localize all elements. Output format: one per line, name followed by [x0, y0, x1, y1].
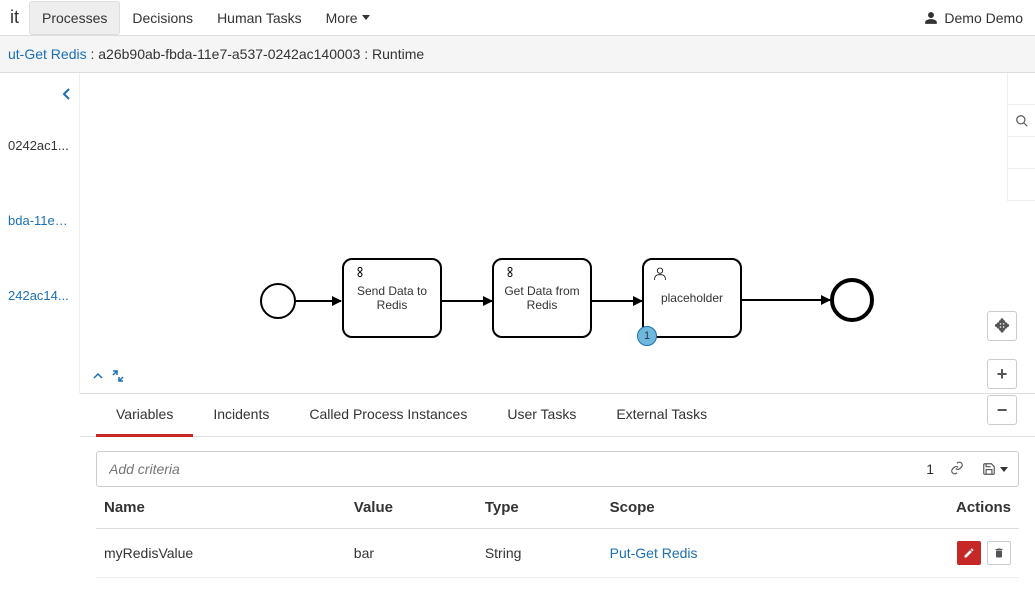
right-tool-4[interactable] — [1008, 169, 1035, 201]
breadcrumb-suffix: Runtime — [372, 46, 424, 62]
cell-type: String — [477, 529, 602, 578]
bpmn-start-event[interactable] — [260, 283, 296, 319]
col-type[interactable]: Type — [477, 487, 602, 529]
save-icon — [982, 462, 996, 476]
nav-human-tasks[interactable]: Human Tasks — [205, 2, 314, 34]
panel-resize-controls — [92, 369, 124, 385]
breadcrumb-process-link[interactable]: ut-Get Redis — [8, 46, 87, 62]
details-panel: Variables Incidents Called Process Insta… — [80, 393, 1035, 578]
sequence-flow-4 — [742, 299, 830, 301]
collapse-panel-icon[interactable] — [92, 369, 104, 385]
bpmn-end-event[interactable] — [830, 278, 874, 322]
col-value[interactable]: Value — [346, 487, 477, 529]
zoom-in-button[interactable]: + — [987, 359, 1017, 389]
user-menu[interactable]: Demo Demo — [912, 10, 1035, 26]
right-tool-1[interactable] — [1008, 73, 1035, 105]
nav-more[interactable]: More — [314, 2, 382, 34]
edit-variable-button[interactable] — [957, 541, 981, 565]
zoom-reset-button[interactable]: ✥ — [987, 311, 1017, 341]
zoom-out-button[interactable]: − — [987, 395, 1017, 425]
breadcrumb-instance-id: a26b90ab-fbda-11e7-a537-0242ac140003 — [98, 46, 360, 62]
diagram-canvas[interactable]: Send Data to Redis Get Data from Redis p… — [80, 73, 1035, 393]
chevron-left-icon — [61, 87, 71, 101]
sequence-flow-2 — [442, 300, 492, 302]
sidebar-item-2[interactable]: 242ac14... — [0, 258, 79, 333]
right-tool-3[interactable] — [1008, 137, 1035, 169]
task-3-label: placeholder — [661, 291, 723, 305]
user-icon — [924, 11, 938, 25]
cell-scope-link[interactable]: Put-Get Redis — [610, 545, 698, 561]
service-task-icon — [502, 266, 518, 285]
caret-down-icon — [362, 15, 370, 20]
variables-table: Name Value Type Scope Actions myRedisVal… — [96, 487, 1019, 578]
breadcrumb: ut-Get Redis : a26b90ab-fbda-11e7-a537-0… — [0, 36, 1035, 73]
sequence-flow-3 — [592, 300, 642, 302]
sequence-flow-1 — [296, 300, 341, 302]
expand-panel-icon[interactable] — [112, 369, 124, 385]
user-task-icon — [652, 266, 668, 285]
tab-incidents[interactable]: Incidents — [193, 394, 289, 436]
sidebar-collapse-button[interactable] — [0, 83, 79, 108]
task-1-label: Send Data to Redis — [348, 284, 436, 312]
tab-variables[interactable]: Variables — [96, 394, 193, 437]
cell-value: bar — [346, 529, 477, 578]
bpmn-task-get-data[interactable]: Get Data from Redis — [492, 258, 592, 338]
tab-external-tasks[interactable]: External Tasks — [596, 394, 727, 436]
table-row: myRedisValue bar String Put-Get Redis — [96, 529, 1019, 578]
trash-icon — [993, 547, 1005, 559]
caret-down-icon — [1000, 467, 1008, 472]
filter-criteria-input[interactable] — [97, 453, 918, 485]
bpmn-task-send-data[interactable]: Send Data to Redis — [342, 258, 442, 338]
filter-bar: 1 — [96, 451, 1019, 487]
zoom-controls: ✥ + − — [987, 311, 1017, 425]
left-sidebar: 0242ac1... bda-11e7... 242ac14... — [0, 73, 80, 393]
right-tool-search[interactable] — [1008, 105, 1035, 137]
brand-text: it — [0, 7, 29, 28]
details-tabs: Variables Incidents Called Process Insta… — [80, 394, 1035, 437]
sidebar-item-0[interactable]: 0242ac1... — [0, 108, 79, 183]
top-navigation: it Processes Decisions Human Tasks More … — [0, 0, 1035, 36]
col-actions: Actions — [848, 487, 1019, 529]
search-icon — [1015, 114, 1029, 128]
right-tool-panel — [1007, 73, 1035, 201]
nav-more-label: More — [326, 10, 358, 26]
service-task-icon — [352, 266, 368, 285]
col-scope[interactable]: Scope — [602, 487, 849, 529]
bpmn-task-placeholder[interactable]: placeholder — [642, 258, 742, 338]
task-instance-badge[interactable]: 1 — [637, 326, 657, 346]
filter-link-icon[interactable] — [942, 461, 972, 478]
tab-called-process[interactable]: Called Process Instances — [289, 394, 487, 436]
sidebar-item-1[interactable]: bda-11e7... — [0, 183, 79, 258]
filter-save-dropdown[interactable] — [972, 462, 1018, 476]
cell-name: myRedisValue — [96, 529, 346, 578]
nav-decisions[interactable]: Decisions — [120, 2, 205, 34]
pencil-icon — [963, 547, 975, 559]
filter-result-count: 1 — [918, 461, 942, 477]
tab-user-tasks[interactable]: User Tasks — [487, 394, 596, 436]
delete-variable-button[interactable] — [987, 541, 1011, 565]
col-name[interactable]: Name — [96, 487, 346, 529]
nav-processes[interactable]: Processes — [29, 1, 120, 35]
task-2-label: Get Data from Redis — [498, 284, 586, 312]
user-name: Demo Demo — [944, 10, 1023, 26]
